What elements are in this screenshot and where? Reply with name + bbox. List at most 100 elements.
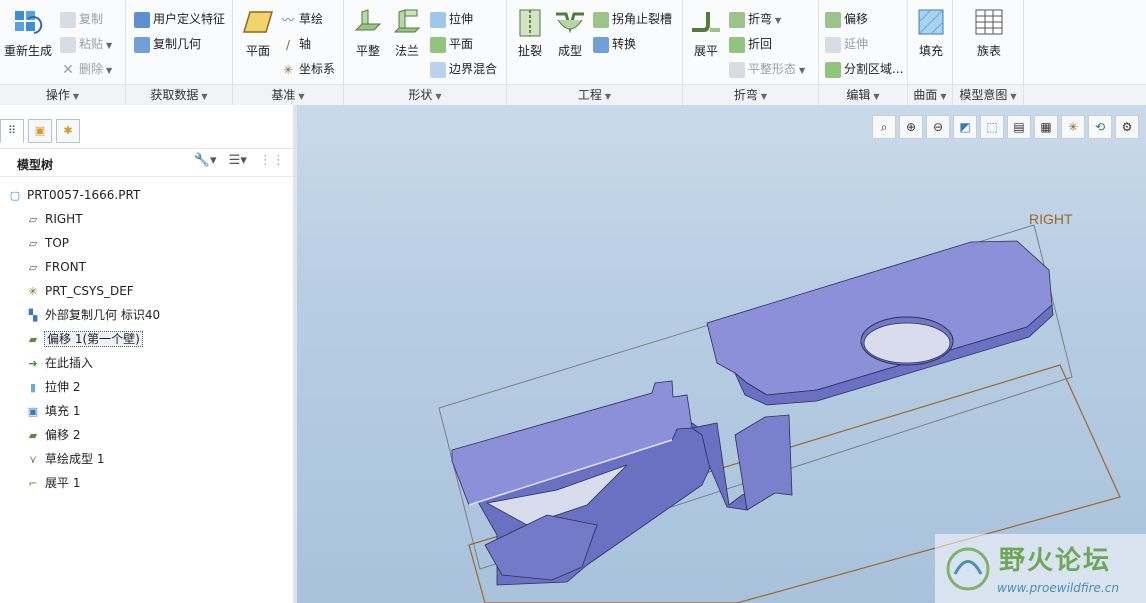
flat-pattern-button[interactable]: 平整形态 ▼ (729, 59, 805, 79)
paste-button[interactable]: 粘贴 ▼ (60, 34, 112, 54)
bend-back-button[interactable]: 折回 (729, 34, 772, 54)
group-label-datum[interactable]: 基准 ▼ (233, 85, 344, 105)
axis-button[interactable]: / 轴 (280, 34, 311, 54)
graphics-viewport[interactable]: ⌕ ⊕ ⊖ ◩ ⬚ ▤ ▦ ✳ ⟲ ⚙ RIGHT 野火论坛 www.proew… (297, 105, 1146, 603)
datum-plane-icon: ▱ (28, 213, 38, 226)
flange-button[interactable]: 法兰 (388, 8, 426, 59)
tree-columns-icon[interactable]: ⋮⋮ (259, 153, 285, 168)
tree-item-unbend-1[interactable]: ⌐ 展平 1 (26, 473, 80, 493)
tree-item-label: 外部复制几何 标识40 (45, 308, 161, 322)
regenerate-button[interactable]: 重新生成 (4, 8, 52, 59)
group-label-operations[interactable]: 操作 ▼ (0, 85, 126, 105)
family-table-button[interactable]: 族表 (967, 8, 1011, 59)
regenerate-label: 重新生成 (4, 44, 53, 58)
watermark-title: 野火论坛 (999, 546, 1112, 576)
tree-item-right[interactable]: ▱ RIGHT (26, 209, 83, 229)
tree-item-copy-geom[interactable]: ▚ 外部复制几何 标识40 (26, 305, 160, 325)
form-label: 成型 (557, 44, 582, 58)
delete-label: 删除 (79, 62, 104, 76)
tree-item-label: 偏移 1(第一个壁) (44, 331, 143, 347)
csys-button[interactable]: ✳ 坐标系 (280, 59, 335, 79)
group-label-engineering[interactable]: 工程 ▼ (507, 85, 683, 105)
datum-plane-button[interactable]: 平面 (237, 8, 279, 59)
tree-item-extrude-2[interactable]: ▮ 拉伸 2 (26, 377, 80, 397)
delete-button[interactable]: ✕ 删除 ▼ (60, 59, 112, 79)
tree-item-sketch-form-1[interactable]: ⋎ 草绘成型 1 (26, 449, 104, 469)
paste-icon (60, 36, 76, 53)
udf-label: 用户定义特征 (153, 12, 226, 26)
udf-button[interactable]: 用户定义特征 (134, 9, 225, 29)
tree-item-csys[interactable]: ✳ PRT_CSYS_DEF (26, 281, 134, 301)
flat-wall-button[interactable]: 平整 (348, 8, 388, 59)
group-label-model-intent-text: 模型意图 (959, 88, 1008, 102)
datum-label-right[interactable]: RIGHT (1029, 211, 1073, 227)
tab-folder-browser[interactable]: ▣ (28, 119, 52, 143)
copy-geometry-button[interactable]: 复制几何 (134, 34, 201, 54)
form-icon (556, 12, 584, 34)
tree-item-front[interactable]: ▱ FRONT (26, 257, 86, 277)
part-hole-opening (863, 322, 951, 364)
group-label-surface[interactable]: 曲面 ▼ (908, 85, 953, 105)
rip-button[interactable]: 扯裂 (511, 8, 549, 59)
group-label-model-intent[interactable]: 模型意图 ▼ (953, 85, 1024, 105)
offset-icon: ▰ (28, 333, 38, 346)
tree-item-part[interactable]: ▢ PRT0057-1666.PRT (8, 185, 141, 205)
part-icon: ▢ (9, 189, 21, 202)
group-label-datum-text: 基准 (271, 88, 296, 102)
extrude-button[interactable]: 拉伸 (430, 9, 473, 29)
boundary-blend-label: 边界混合 (449, 62, 498, 76)
offset-icon: ▰ (28, 429, 38, 442)
form-button[interactable]: 成型 (551, 8, 589, 59)
favorites-icon: ✱ (63, 124, 73, 137)
unbend-button[interactable]: 展平 (687, 8, 725, 59)
bend-label: 折弯 (748, 12, 773, 26)
unbend-label: 展平 (693, 44, 718, 58)
offset-button[interactable]: 偏移 (825, 9, 868, 29)
group-label-get-data[interactable]: 获取数据 ▼ (126, 85, 233, 105)
tab-favorites[interactable]: ✱ (56, 119, 80, 143)
group-get-data: 用户定义特征 复制几何 (126, 0, 233, 84)
split-area-button[interactable]: 分割区域... (825, 59, 903, 79)
convert-button[interactable]: 转换 (593, 34, 636, 54)
tree-item-fill-1[interactable]: ▣ 填充 1 (26, 401, 81, 421)
group-edit: 偏移 延伸 分割区域... (819, 0, 908, 84)
corner-relief-button[interactable]: 拐角止裂槽 (593, 9, 672, 29)
copy-button[interactable]: 复制 (60, 9, 103, 29)
unbend-icon (692, 12, 720, 32)
sketch-button[interactable]: 〰草绘 (280, 9, 323, 29)
tree-settings-icon[interactable]: 🔧▾ (194, 153, 217, 168)
extrude-icon (430, 11, 446, 28)
tab-model-tree[interactable]: ⠿ (0, 119, 24, 143)
tree-item-label: 草绘成型 1 (45, 452, 105, 466)
bend-back-icon (729, 36, 745, 53)
group-label-bend[interactable]: 折弯 ▼ (683, 85, 819, 105)
watermark: 野火论坛 www.proewildfire.cn (935, 534, 1146, 603)
tree-filter-icon[interactable]: ☰▾ (229, 153, 247, 168)
tree-item-label: 在此插入 (45, 356, 94, 370)
rip-label: 扯裂 (517, 44, 542, 58)
tree-item-insert-here[interactable]: ➜ 在此插入 (26, 353, 93, 373)
tree-item-offset-1[interactable]: ▰ 偏移 1(第一个壁) (26, 329, 143, 349)
copy-icon (60, 11, 76, 28)
folder-icon: ▣ (34, 124, 46, 137)
tree-item-label: RIGHT (45, 212, 83, 226)
fill-label: 填充 (918, 44, 943, 58)
group-label-edit[interactable]: 编辑 ▼ (819, 85, 908, 105)
model-tree-panel: ⠿ ▣ ✱ 模型树 🔧▾ ☰▾ ⋮⋮ ▢ PRT0057-1666.PRT ▱ RI… (0, 105, 297, 603)
boundary-blend-button[interactable]: 边界混合 (430, 59, 497, 79)
part-model[interactable] (297, 105, 1146, 603)
flange-icon (393, 9, 421, 33)
extrude-icon: ▮ (29, 381, 37, 394)
tree-item-top[interactable]: ▱ TOP (26, 233, 69, 253)
tree-item-offset-2[interactable]: ▰ 偏移 2 (26, 425, 81, 445)
boundary-blend-icon (430, 61, 446, 78)
tree-item-label: 填充 1 (45, 404, 81, 418)
sketch-label: 草绘 (299, 12, 324, 26)
group-label-shape[interactable]: 形状 ▼ (344, 85, 507, 105)
bend-button[interactable]: 折弯 ▼ (729, 9, 781, 29)
datum-plane-icon: ▱ (28, 261, 38, 274)
tree-item-label: PRT_CSYS_DEF (45, 284, 134, 298)
shape-plane-button[interactable]: 平面 (430, 34, 473, 54)
fill-button[interactable]: 填充 (912, 8, 950, 59)
extend-button[interactable]: 延伸 (825, 34, 868, 54)
